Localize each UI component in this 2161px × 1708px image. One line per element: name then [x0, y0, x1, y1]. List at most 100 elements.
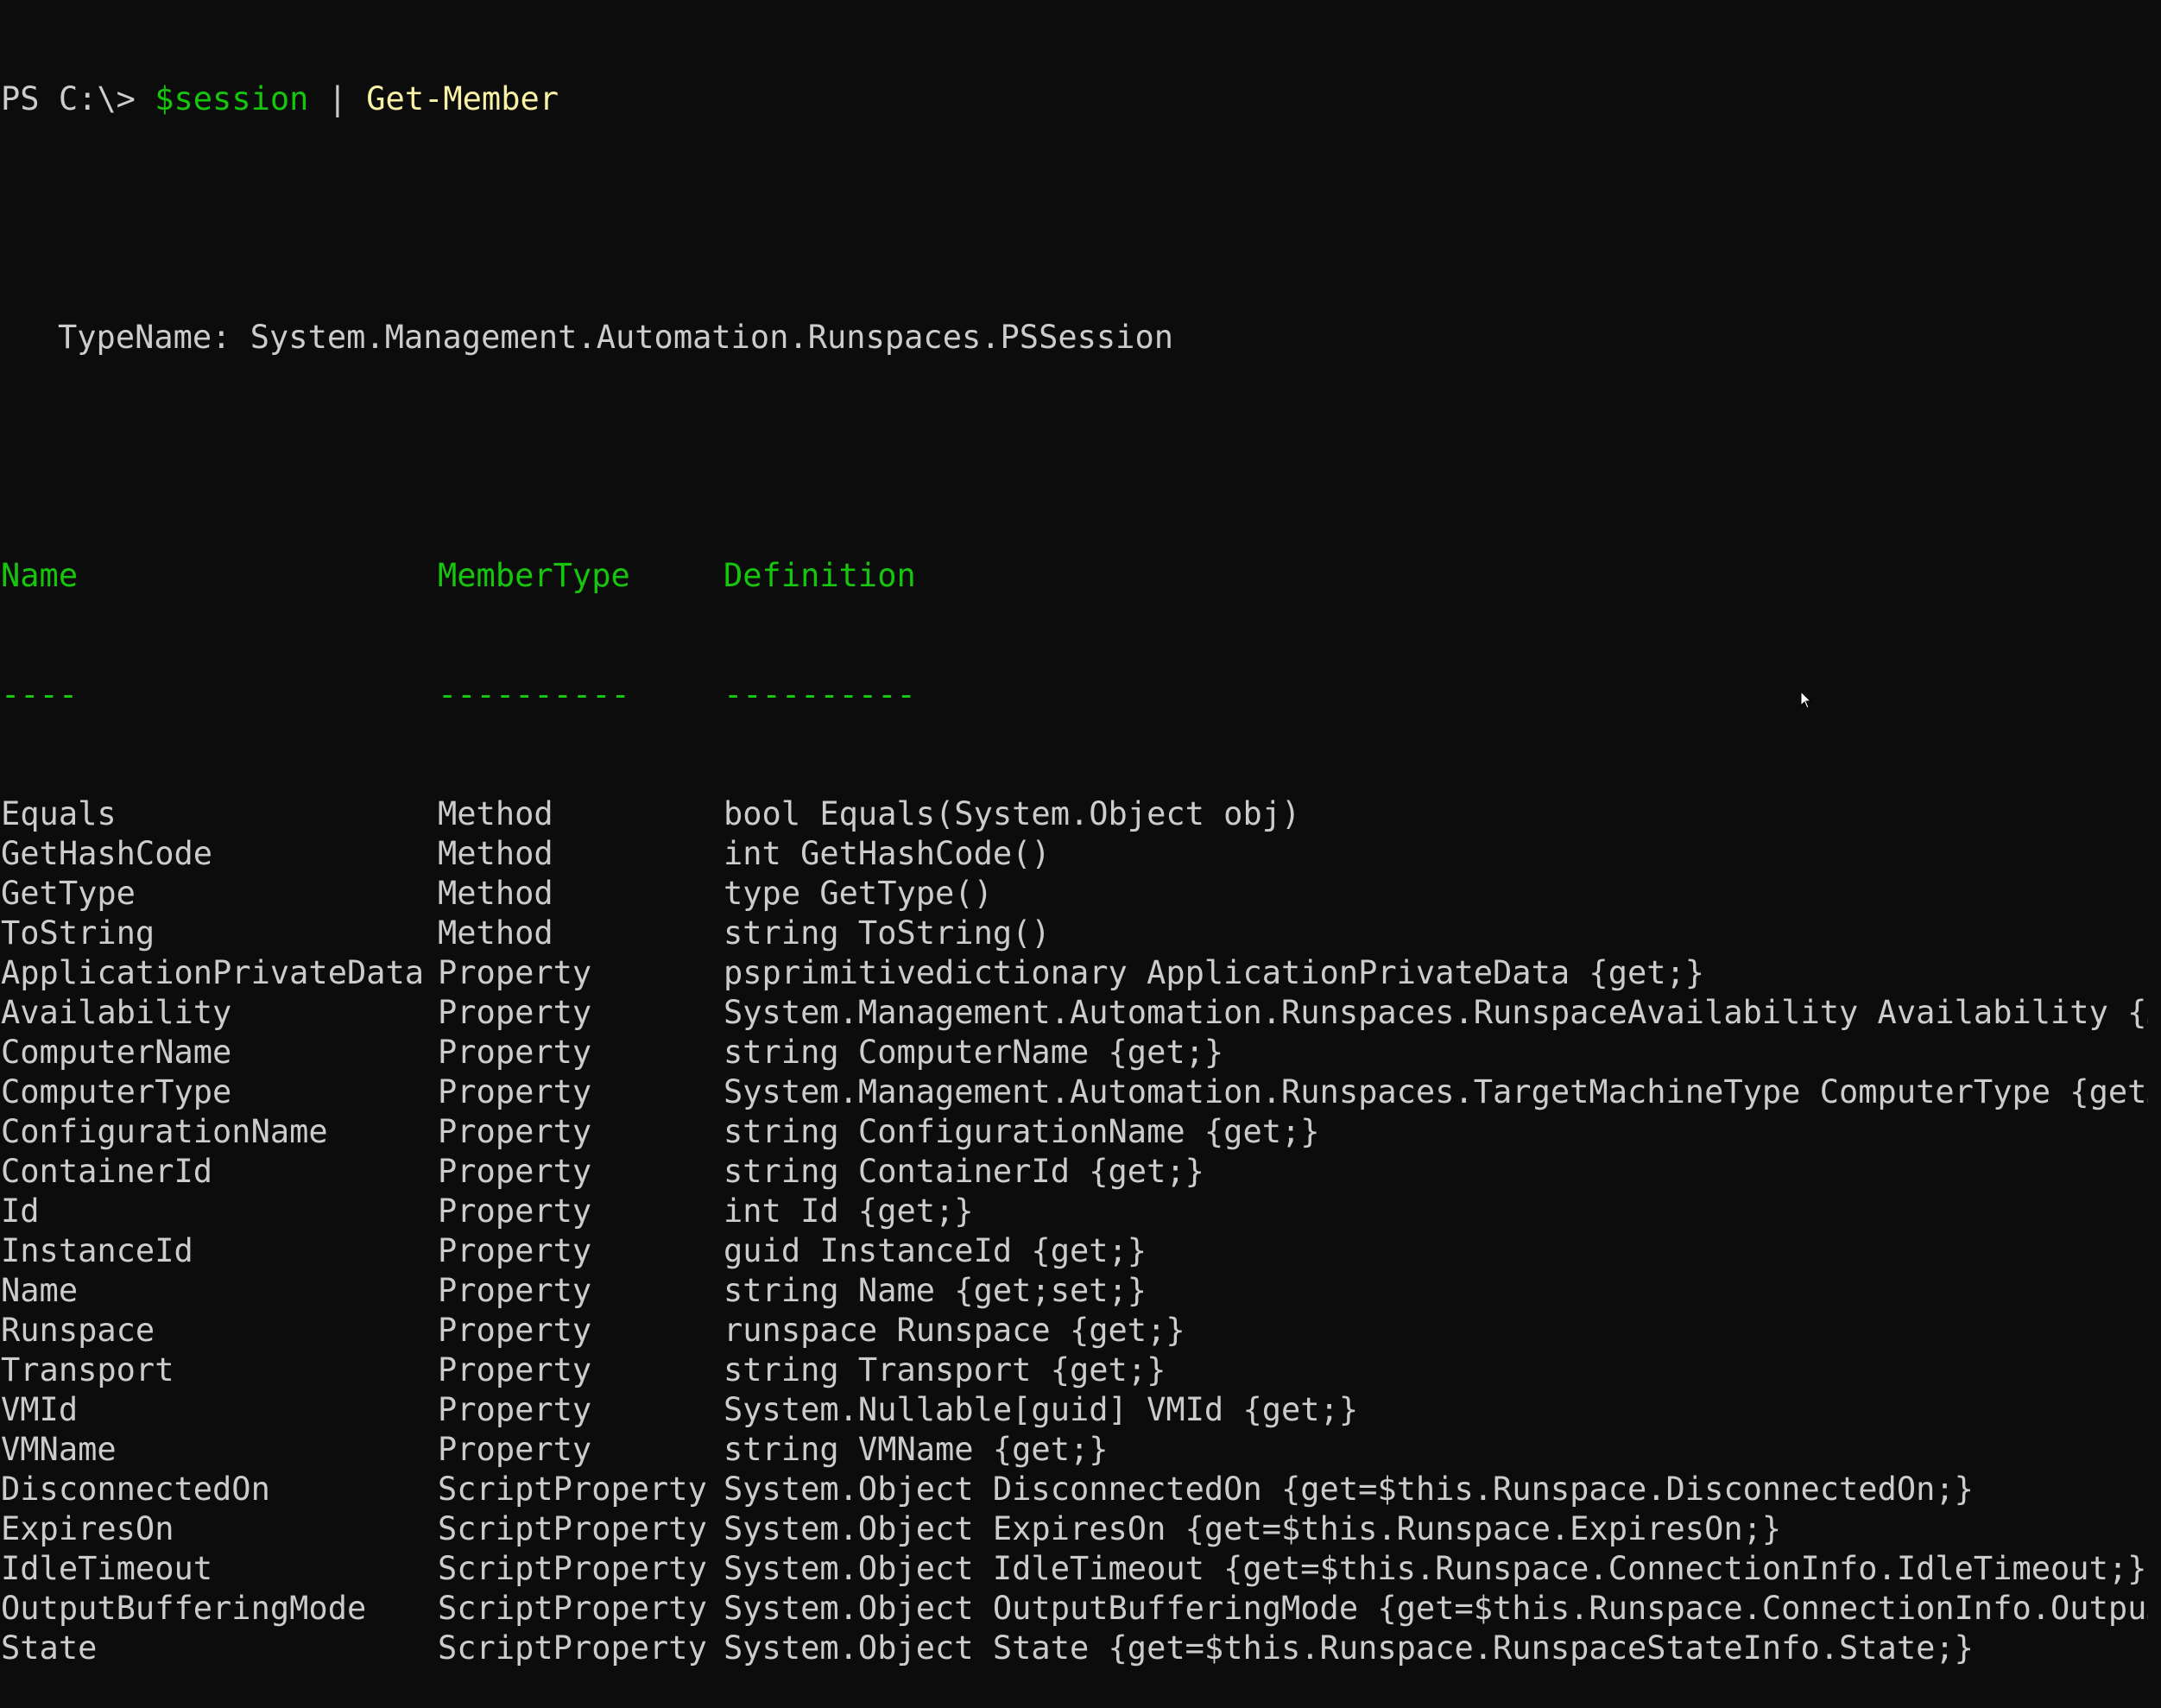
table-row: InstanceId Property guid InstanceId {get;}: [1, 1231, 2151, 1271]
member-type: ScriptProperty: [438, 1471, 707, 1508]
table-row: ApplicationPrivateData Property psprimitiv…: [1, 953, 2151, 993]
member-type: Property: [438, 1073, 592, 1110]
member-name: ToString: [1, 914, 155, 952]
member-name: GetType: [1, 875, 136, 912]
table-row: Runspace Property runspace Runspace {get;}: [1, 1311, 2151, 1351]
member-type: Method: [438, 795, 553, 832]
session-variable: $session: [155, 80, 309, 117]
member-name: IdleTimeout: [1, 1550, 213, 1587]
prompt-prefix: PS C:\>: [1, 80, 155, 117]
member-type: ScriptProperty: [438, 1590, 707, 1627]
member-definition: psprimitivedictionary ApplicationPrivate…: [723, 954, 1705, 991]
command-line: PS C:\> $session | Get-Member: [1, 79, 2151, 119]
member-type: Property: [438, 1431, 592, 1468]
mouse-pointer-icon: [1800, 691, 1812, 709]
table-row: VMName Property string VMName {get;}: [1, 1430, 2151, 1470]
member-definition: runspace Runspace {get;}: [723, 1312, 1185, 1349]
underline-definition: ----------: [723, 676, 916, 713]
member-definition: System.Management.Automation.Runspaces.R…: [723, 994, 2148, 1031]
member-type: ScriptProperty: [438, 1629, 707, 1667]
table-row: ContainerId Property string ContainerId {g…: [1, 1152, 2151, 1192]
member-name: OutputBufferingMode: [1, 1590, 367, 1627]
typename-line: TypeName: System.Management.Automation.R…: [58, 319, 1174, 356]
member-type: Property: [438, 1391, 592, 1428]
member-type: ScriptProperty: [438, 1510, 707, 1547]
table-body: Equals Method bool Equals(System.Object ob…: [1, 794, 2151, 1668]
member-name: ApplicationPrivateData: [1, 954, 425, 991]
underline-name: ----: [1, 676, 79, 713]
member-definition: bool Equals(System.Object obj): [723, 795, 1301, 832]
member-definition: System.Object OutputBufferingMode {get=$…: [723, 1590, 2148, 1627]
member-definition: string ConfigurationName {get;}: [723, 1113, 1320, 1150]
underline-membertype: ----------: [438, 676, 630, 713]
table-row: GetHashCode Method int GetHashCode(): [1, 834, 2151, 874]
member-type: Property: [438, 1232, 592, 1269]
member-name: Runspace: [1, 1312, 155, 1349]
member-definition: System.Nullable[guid] VMId {get;}: [723, 1391, 1359, 1428]
member-type: Method: [438, 914, 553, 952]
table-row: GetType Method type GetType(): [1, 874, 2151, 914]
member-type: Property: [438, 1034, 592, 1071]
member-name: Equals: [1, 795, 117, 832]
member-definition: int GetHashCode(): [723, 835, 1051, 872]
member-definition: System.Object IdleTimeout {get=$this.Run…: [723, 1550, 2147, 1587]
terminal-output[interactable]: PS C:\> $session | Get-Member TypeName: …: [1, 0, 2151, 1708]
member-name: Name: [1, 1272, 79, 1309]
member-name: ComputerName: [1, 1034, 232, 1071]
member-definition: string Transport {get;}: [723, 1351, 1166, 1389]
table-row: ConfigurationName Property string Configur…: [1, 1112, 2151, 1152]
cmdlet-name: Get-Member: [366, 80, 559, 117]
table-row: Id Property int Id {get;}: [1, 1192, 2151, 1231]
member-name: ConfigurationName: [1, 1113, 328, 1150]
header-membertype: MemberType: [438, 557, 630, 594]
table-row: DisconnectedOn ScriptProperty System.Objec…: [1, 1470, 2151, 1509]
table-row: Availability Property System.Management.Au…: [1, 993, 2151, 1033]
member-type: Property: [438, 1113, 592, 1150]
table-row: OutputBufferingMode ScriptProperty System.…: [1, 1589, 2151, 1629]
member-definition: string ContainerId {get;}: [723, 1153, 1204, 1190]
header-name: Name: [1, 557, 79, 594]
table-row: VMId Property System.Nullable[guid] VMId {…: [1, 1390, 2151, 1430]
member-type: Property: [438, 954, 592, 991]
member-type: Method: [438, 835, 553, 872]
member-name: InstanceId: [1, 1232, 193, 1269]
member-name: ExpiresOn: [1, 1510, 174, 1547]
member-definition: int Id {get;}: [723, 1192, 974, 1230]
table-row: Transport Property string Transport {get;}: [1, 1351, 2151, 1390]
table-header: Name MemberType Definition: [1, 556, 2151, 596]
member-definition: System.Object ExpiresOn {get=$this.Runsp…: [723, 1510, 1782, 1547]
member-name: Transport: [1, 1351, 174, 1389]
table-row: ComputerName Property string ComputerName …: [1, 1033, 2151, 1072]
member-name: Availability: [1, 994, 232, 1031]
member-type: Property: [438, 1272, 592, 1309]
member-definition: System.Management.Automation.Runspaces.T…: [723, 1073, 2148, 1110]
table-header-underline: ---- ---------- ----------: [1, 675, 2151, 715]
table-row: Name Property string Name {get;set;}: [1, 1271, 2151, 1311]
table-row: ToString Method string ToString(): [1, 914, 2151, 953]
table-row: IdleTimeout ScriptProperty System.Object I…: [1, 1549, 2151, 1589]
member-definition: string ComputerName {get;}: [723, 1034, 1224, 1071]
member-definition: guid InstanceId {get;}: [723, 1232, 1147, 1269]
member-name: ContainerId: [1, 1153, 213, 1190]
member-name: State: [1, 1629, 98, 1667]
member-definition: string VMName {get;}: [723, 1431, 1109, 1468]
member-type: Property: [438, 1153, 592, 1190]
member-name: GetHashCode: [1, 835, 213, 872]
table-row: State ScriptProperty System.Object State {…: [1, 1629, 2151, 1668]
member-definition: string Name {get;set;}: [723, 1272, 1147, 1309]
member-definition: string ToString(): [723, 914, 1051, 952]
header-definition: Definition: [723, 557, 916, 594]
member-type: Property: [438, 1312, 592, 1349]
member-type: Property: [438, 994, 592, 1031]
member-type: Property: [438, 1351, 592, 1389]
member-name: DisconnectedOn: [1, 1471, 270, 1508]
member-name: VMId: [1, 1391, 79, 1428]
member-type: Method: [438, 875, 553, 912]
table-row: Equals Method bool Equals(System.Object ob…: [1, 794, 2151, 834]
member-type: ScriptProperty: [438, 1550, 707, 1587]
member-name: VMName: [1, 1431, 117, 1468]
member-name: ComputerType: [1, 1073, 232, 1110]
table-row: ExpiresOn ScriptProperty System.Object Exp…: [1, 1509, 2151, 1549]
